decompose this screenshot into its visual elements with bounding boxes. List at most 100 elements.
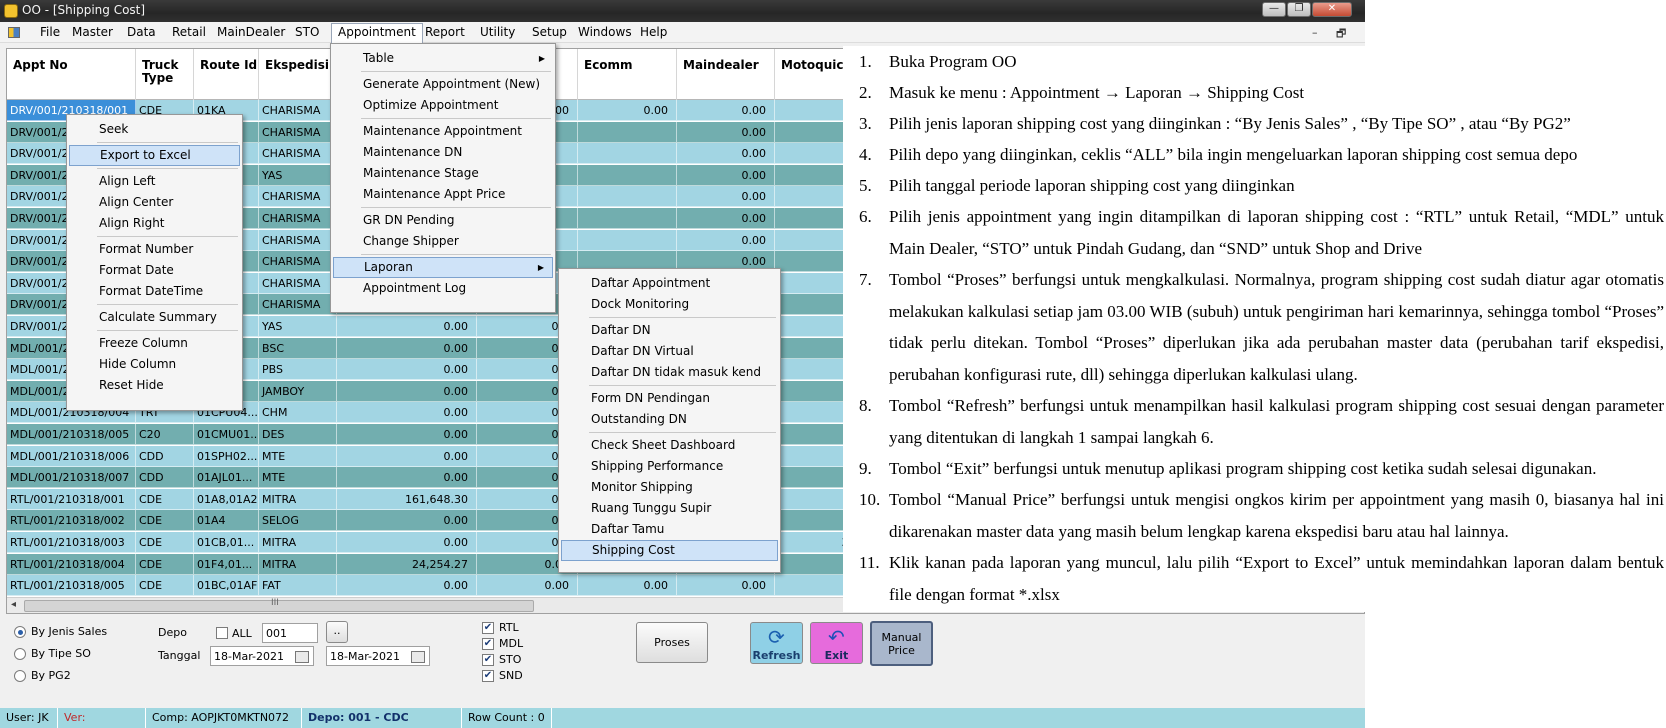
table-cell[interactable]: 0.00 (337, 424, 477, 445)
menu-item-appointment-log[interactable]: Appointment Log (333, 278, 553, 299)
menu-item-outstanding-dn[interactable]: Outstanding DN (561, 409, 778, 430)
table-cell[interactable]: MITRA (259, 532, 337, 553)
table-cell[interactable]: CHARISMA (259, 186, 337, 208)
table-cell[interactable]: 0.00 (337, 510, 477, 532)
close-button[interactable]: ✕ (1312, 2, 1352, 17)
menu-item-shipping-performance[interactable]: Shipping Performance (561, 456, 778, 477)
date-from-picker[interactable]: 18-Mar-2021 (210, 646, 314, 666)
table-cell[interactable]: MDL/001/210318/005 (7, 424, 136, 445)
table-cell[interactable]: PBS (259, 359, 337, 381)
column-header[interactable]: Route Id (194, 49, 259, 100)
table-cell[interactable]: 01A4 (194, 510, 259, 532)
exit-button[interactable]: ↶ Exit (810, 622, 863, 664)
column-header[interactable]: Ekspedisi (259, 49, 337, 100)
table-cell[interactable]: C20 (136, 424, 194, 445)
all-depo-checkbox[interactable] (216, 627, 228, 639)
menu-sto[interactable]: STO (289, 24, 325, 41)
table-cell[interactable]: 0.00 (337, 445, 477, 467)
menu-item-format-datetime[interactable]: Format DateTime (69, 281, 240, 302)
table-cell[interactable]: YAS (259, 164, 337, 186)
table-cell[interactable]: 0.00 (578, 575, 677, 597)
menu-item-daftar-dn-tidak-masuk-kend[interactable]: Daftar DN tidak masuk kend (561, 362, 778, 383)
table-cell[interactable]: CHARISMA (259, 272, 337, 294)
table-cell[interactable]: CHM (259, 402, 337, 424)
table-cell[interactable]: BSC (259, 337, 337, 359)
table-cell[interactable]: CHARISMA (259, 100, 337, 121)
table-cell[interactable] (578, 208, 677, 229)
table-cell[interactable]: 0.00 (337, 337, 477, 359)
table-cell[interactable]: 0.00 (677, 575, 775, 597)
menu-maindealer[interactable]: MainDealer (211, 24, 291, 41)
menu-item-calculate-summary[interactable]: Calculate Summary (69, 307, 240, 328)
table-cell[interactable] (578, 121, 677, 143)
column-header[interactable]: Ecomm (578, 49, 677, 100)
calendar-icon[interactable] (295, 651, 309, 663)
table-cell[interactable]: 01AJL01... (194, 467, 259, 489)
menu-item-laporan[interactable]: Laporan ▶ (333, 257, 553, 278)
table-cell[interactable]: 01SPH02... (194, 445, 259, 467)
table-cell[interactable]: 24,254.27 (337, 553, 477, 575)
depo-input[interactable]: 001 (262, 623, 318, 643)
menu-appointment[interactable]: Appointment (331, 23, 423, 43)
table-cell[interactable]: 0.00 (677, 143, 775, 165)
mdi-restore-button[interactable]: 🗗 (1336, 25, 1346, 44)
table-cell[interactable]: 0.00 (677, 229, 775, 251)
menu-item-table[interactable]: Table ▶ (333, 48, 553, 69)
menu-item-align-center[interactable]: Align Center (69, 192, 240, 213)
table-cell[interactable]: 0.00 (337, 467, 477, 489)
menu-item-dock-monitoring[interactable]: Dock Monitoring (561, 294, 778, 315)
menu-item-optimize-appointment[interactable]: Optimize Appointment (333, 95, 553, 116)
table-cell[interactable]: CDD (136, 445, 194, 467)
table-cell[interactable]: 0.00 (477, 575, 578, 597)
table-cell[interactable]: 01CMU01... (194, 424, 259, 445)
menu-item-ruang-tunggu-supir[interactable]: Ruang Tunggu Supir (561, 498, 778, 519)
menu-item-daftar-tamu[interactable]: Daftar Tamu (561, 519, 778, 540)
table-cell[interactable]: RTL/001/210318/002 (7, 510, 136, 532)
table-cell[interactable]: CHARISMA (259, 208, 337, 229)
table-cell[interactable]: FAT (259, 575, 337, 597)
menu-item-maintenance-appointment[interactable]: Maintenance Appointment (333, 121, 553, 142)
menu-item-format-date[interactable]: Format Date (69, 260, 240, 281)
table-cell[interactable] (578, 186, 677, 208)
table-cell[interactable]: 0.00 (337, 380, 477, 402)
menu-item-format-number[interactable]: Format Number (69, 239, 240, 260)
table-cell[interactable]: CDE (136, 553, 194, 575)
table-cell[interactable]: JAMBOY (259, 380, 337, 402)
menu-file[interactable]: File (34, 24, 66, 41)
proses-button[interactable]: Proses (636, 622, 708, 663)
menu-item-monitor-shipping[interactable]: Monitor Shipping (561, 477, 778, 498)
menu-item-check-sheet-dashboard[interactable]: Check Sheet Dashboard (561, 435, 778, 456)
table-cell[interactable]: CHARISMA (259, 251, 337, 273)
report-type-radio[interactable] (14, 670, 26, 682)
table-cell[interactable]: 0.00 (677, 186, 775, 208)
table-cell[interactable]: DES (259, 424, 337, 445)
appt-type-checkbox[interactable]: ✔ (482, 670, 494, 682)
table-cell[interactable]: 161,648.30 (337, 488, 477, 510)
table-cell[interactable] (578, 229, 677, 251)
table-cell[interactable]: RTL/001/210318/005 (7, 575, 136, 597)
table-cell[interactable]: MDL/001/210318/006 (7, 445, 136, 467)
table-cell[interactable]: 0.00 (337, 532, 477, 553)
table-cell[interactable]: CHARISMA (259, 121, 337, 143)
mdi-minimize-button[interactable]: – (1312, 26, 1318, 39)
menu-help[interactable]: Help (634, 24, 673, 41)
menu-item-generate-appointment-new[interactable]: Generate Appointment (New) (333, 74, 553, 95)
menu-item-maintenance-dn[interactable]: Maintenance DN (333, 142, 553, 163)
appt-type-checkbox[interactable]: ✔ (482, 654, 494, 666)
menu-item-align-left[interactable]: Align Left (69, 171, 240, 192)
table-cell[interactable]: CDE (136, 510, 194, 532)
menu-item-daftar-appointment[interactable]: Daftar Appointment (561, 273, 778, 294)
table-cell[interactable]: 0.00 (578, 100, 677, 121)
menu-item-gr-dn-pending[interactable]: GR DN Pending (333, 210, 553, 231)
table-cell[interactable]: 0.00 (677, 100, 775, 121)
scroll-left-icon[interactable]: ◂ (11, 599, 16, 610)
table-cell[interactable]: 0.00 (337, 316, 477, 337)
table-cell[interactable]: CDE (136, 575, 194, 597)
report-type-radio[interactable] (14, 626, 26, 638)
table-cell[interactable]: YAS (259, 316, 337, 337)
column-header[interactable]: Appt No (7, 49, 136, 100)
table-cell[interactable]: 0.00 (337, 359, 477, 381)
table-cell[interactable]: MTE (259, 445, 337, 467)
table-cell[interactable]: 01CB,01... (194, 532, 259, 553)
menu-item-daftar-dn-virtual[interactable]: Daftar DN Virtual (561, 341, 778, 362)
